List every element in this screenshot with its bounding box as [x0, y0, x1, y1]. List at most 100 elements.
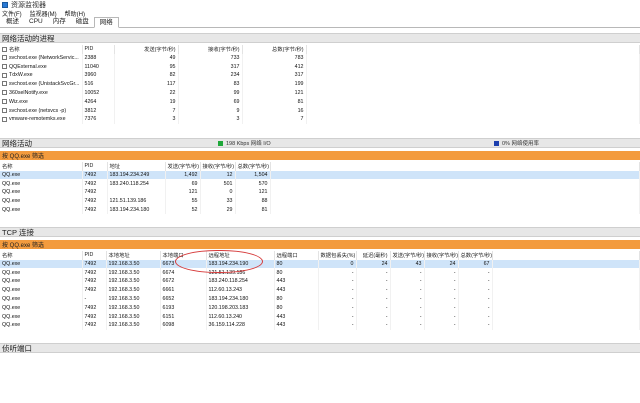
table-cell: 99	[178, 88, 243, 98]
table-cell: 83	[178, 79, 243, 89]
tab-disk[interactable]: 磁盘	[71, 17, 94, 27]
table-cell: -	[424, 294, 459, 304]
network-activity-filter-bar[interactable]: 按 QQ.exe 筛选	[0, 151, 640, 160]
row-checkbox[interactable]	[2, 54, 7, 60]
table-cell: 183.240.118.254	[107, 179, 166, 189]
table-row[interactable]: QQ.exe 7492 121 0 121	[0, 188, 640, 197]
table-cell: -	[424, 303, 459, 313]
column-header-pid[interactable]: PID	[82, 251, 107, 260]
table-row[interactable]: svchost.exe (NetworkServic... 2388 49 733 78…	[0, 53, 640, 63]
table-row[interactable]: QQ.exe 7492 192.168.3.50 6672 183.240.118.25…	[0, 277, 640, 286]
table-cell: 443	[274, 277, 319, 286]
table-row[interactable]: svchost.exe (UnistackSvcGr... 516 117 83 199	[0, 79, 640, 89]
table-cell: QQ.exe	[0, 188, 83, 197]
column-header-send[interactable]: 发送(字节/秒)	[165, 162, 201, 171]
table-cell: QQ.exe	[0, 303, 83, 313]
listening-ports-title: 侦听端口	[2, 343, 32, 353]
network-util-label: 0% 网络使用率	[502, 141, 539, 147]
row-checkbox[interactable]	[2, 116, 7, 122]
tab-overview[interactable]: 概述	[1, 17, 24, 27]
table-row[interactable]: QQ.exe -192.168.3.50 6652 183.194.234.180 80…	[0, 294, 640, 304]
column-header-local-port[interactable]: 本地端口	[160, 251, 207, 260]
table-cell: svchost.exe (netsvcs -p)	[0, 106, 83, 116]
table-row[interactable]: QQExternal.exe 11040 95 317 412	[0, 62, 640, 72]
table-cell: -	[390, 268, 425, 278]
processes-table: 名称 PID 发送(字节/秒) 接收(字节/秒) 总数(字节/秒) svchos…	[0, 45, 640, 124]
row-checkbox[interactable]	[2, 63, 7, 69]
table-row[interactable]: QQ.exe 7492 192.168.3.50 6674 121.51.139.186…	[0, 268, 640, 278]
table-cell: 3812	[82, 106, 115, 116]
select-all-checkbox[interactable]	[2, 47, 7, 53]
table-row[interactable]: QQ.exe 7492 121.51.139.186 55 33 88	[0, 196, 640, 206]
tab-network[interactable]: 网络	[93, 17, 119, 28]
column-header-receive[interactable]: 接收(字节/秒)	[178, 45, 243, 54]
listening-ports-section-header[interactable]: 侦听端口	[0, 343, 640, 353]
table-cell: Wiz.exe	[0, 97, 83, 107]
column-header-total[interactable]: 总数(字节/秒)	[458, 251, 493, 260]
table-row[interactable]: QQ.exe 7492 183.194.234.249 1,492 12 1,504	[0, 170, 640, 180]
column-header-pid[interactable]: PID	[82, 45, 115, 54]
table-row[interactable]: QQ.exe 7492 192.168.3.50 6193 120.198.203.18…	[0, 303, 640, 313]
table-cell: 6672	[160, 277, 207, 286]
row-checkbox[interactable]	[2, 72, 7, 78]
table-row[interactable]: vmware-remotemks.exe 7376 3 3 7	[0, 115, 640, 124]
table-cell: 6098	[160, 321, 207, 330]
column-header-receive[interactable]: 接收(字节/秒)	[200, 162, 236, 171]
column-header-local-address[interactable]: 本地地址	[106, 251, 161, 260]
table-row[interactable]: QQ.exe 7492 192.168.3.50 6673 183.194.234.19…	[0, 259, 640, 269]
row-checkbox[interactable]	[2, 107, 7, 113]
table-cell: -	[318, 294, 357, 304]
table-row[interactable]: QQ.exe 7492 192.168.3.50 6661 112.60.13.243 4…	[0, 285, 640, 295]
table-cell: 7492	[82, 259, 107, 269]
tab-cpu[interactable]: CPU	[24, 17, 48, 27]
row-checkbox[interactable]	[2, 90, 7, 96]
network-activity-section-header[interactable]: 网络活动 198 Kbps 网络 I/O 0% 网络使用率	[0, 138, 640, 148]
table-cell: 3	[114, 115, 179, 124]
table-row[interactable]: svchost.exe (netsvcs -p) 3812 7 9 16	[0, 106, 640, 116]
column-header-pid[interactable]: PID	[82, 162, 108, 171]
table-row[interactable]: 360selNotify.exe 10052 22 99 121	[0, 88, 640, 98]
table-cell: 570	[235, 179, 271, 189]
table-cell: -	[390, 312, 425, 322]
table-row[interactable]: QQ.exe 7492 183.240.118.254 69 501 570	[0, 179, 640, 189]
table-cell: 317	[242, 71, 307, 80]
row-checkbox[interactable]	[2, 98, 7, 104]
tcp-section-header[interactable]: TCP 连接	[0, 227, 640, 237]
table-cell: 11040	[82, 62, 115, 72]
processes-section-header[interactable]: 网络活动的进程	[0, 33, 640, 43]
tab-memory[interactable]: 内存	[48, 17, 71, 27]
table-row[interactable]: QQ.exe 7492 192.168.3.50 6098 36.159.114.228…	[0, 321, 640, 330]
column-header-packet-loss[interactable]: 数据包丢失(%)	[318, 251, 357, 260]
table-cell: QQ.exe	[0, 321, 83, 330]
table-cell: 7492	[82, 188, 108, 197]
table-row[interactable]: Wiz.exe 4264 19 69 81	[0, 97, 640, 107]
table-cell: 12	[200, 170, 236, 180]
column-header-address[interactable]: 地址	[107, 162, 166, 171]
table-cell: 43	[390, 259, 425, 269]
table-cell: 121	[165, 188, 201, 197]
column-header-remote-port[interactable]: 远程端口	[274, 251, 319, 260]
tcp-filter-bar[interactable]: 按 QQ.exe 筛选	[0, 240, 640, 249]
table-cell: 7	[242, 115, 307, 124]
column-header-send[interactable]: 发送(字节/秒)	[390, 251, 425, 260]
table-row[interactable]: TdxW.exe 3960 82 234 317	[0, 71, 640, 80]
table-cell: -	[356, 294, 391, 304]
network-io-label: 198 Kbps 网络 I/O	[226, 141, 271, 147]
column-header-send[interactable]: 发送(字节/秒)	[114, 45, 179, 54]
column-header-remote-address[interactable]: 远程地址	[206, 251, 275, 260]
table-row[interactable]: QQ.exe 7492 183.194.234.180 52 29 81	[0, 205, 640, 215]
column-header-total[interactable]: 总数(字节/秒)	[235, 162, 271, 171]
column-header-name[interactable]: 名称	[0, 45, 83, 54]
column-header-total[interactable]: 总数(字节/秒)	[242, 45, 307, 54]
table-cell: QQExternal.exe	[0, 62, 83, 72]
table-cell: QQ.exe	[0, 285, 83, 295]
column-header-name[interactable]: 名称	[0, 251, 83, 260]
column-header-name[interactable]: 名称	[0, 162, 83, 171]
row-checkbox[interactable]	[2, 81, 7, 87]
table-cell: 69	[165, 179, 201, 189]
table-cell: -	[318, 285, 357, 295]
column-header-receive[interactable]: 接收(字节/秒)	[424, 251, 459, 260]
table-cell: -	[318, 312, 357, 322]
column-header-latency[interactable]: 延迟(毫秒)	[356, 251, 391, 260]
table-row[interactable]: QQ.exe 7492 192.168.3.50 6151 112.60.13.240 4…	[0, 312, 640, 322]
